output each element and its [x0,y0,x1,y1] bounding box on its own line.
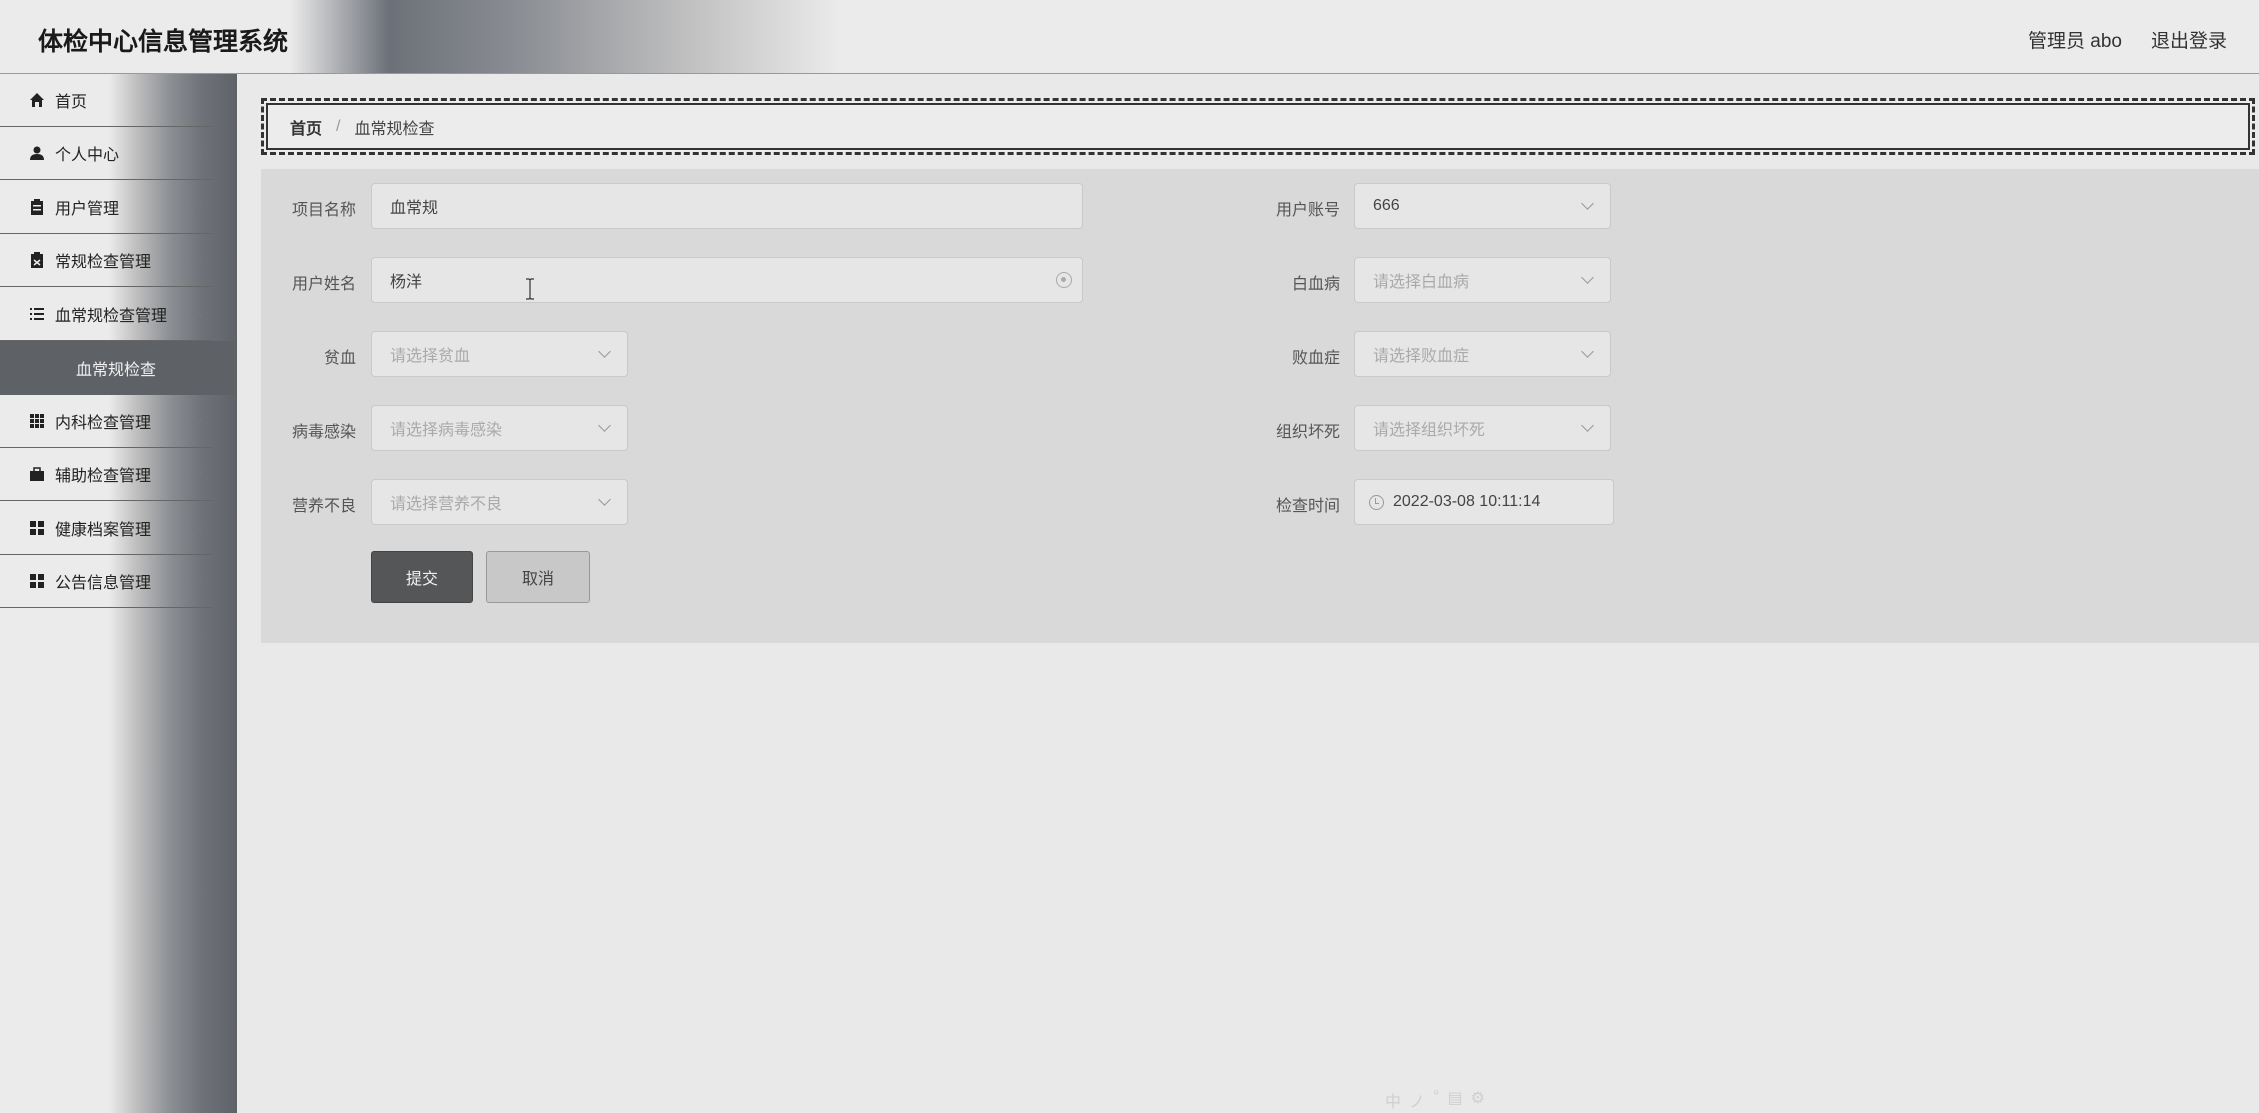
top-header: 体检中心信息管理系统 管理员 abo 退出登录 [0,0,2259,74]
clear-icon[interactable] [1056,272,1072,288]
briefcase-icon [29,466,45,482]
user-account-select[interactable]: 666 [1354,183,1611,229]
project-name-label: 项目名称 [291,202,356,219]
viral-infection-placeholder: 请选择病毒感染 [390,422,503,439]
sidebar-item-home[interactable]: 首页 [0,74,213,127]
breadcrumb-separator: / [336,117,341,135]
apps-icon [29,573,45,589]
chevron-down-icon [1581,271,1594,284]
sidebar-item-label: 血常规检查管理 [55,308,168,325]
sidebar-subitem-label: 血常规检查 [76,362,157,379]
anemia-select[interactable]: 请选择贫血 [371,331,628,377]
chevron-down-icon [190,573,203,586]
breadcrumb-current: 血常规检查 [354,120,435,138]
logout-link[interactable]: 退出登录 [2151,26,2227,53]
viral-infection-select[interactable]: 请选择病毒感染 [371,405,628,451]
ime-settings-icon[interactable]: ⚙ [1471,1088,1485,1112]
app-title: 体检中心信息管理系统 [38,28,289,56]
breadcrumb: 首页 / 血常规检查 [261,98,2255,155]
chevron-down-icon [1581,419,1594,432]
chevron-down-icon [190,520,203,533]
user-name-input[interactable]: 杨洋 [371,257,1083,303]
sidebar-item-user-management[interactable]: 用户管理 [0,181,213,234]
check-time-label: 检查时间 [1275,498,1340,515]
chevron-down-icon [190,466,203,479]
necrosis-select[interactable]: 请选择组织坏死 [1354,405,1611,451]
chevron-down-icon [190,252,203,265]
ime-mode-icon[interactable]: 中 [1385,1088,1401,1112]
necrosis-label: 组织坏死 [1275,424,1340,441]
sidebar-item-health-records[interactable]: 健康档案管理 [0,502,213,555]
breadcrumb-home-link[interactable]: 首页 [290,115,322,139]
sidebar-item-personal-center[interactable]: 个人中心 [0,127,213,180]
sepsis-label: 败血症 [1291,350,1340,367]
ime-punct-icon[interactable]: ° [1433,1088,1439,1112]
ime-moon-icon[interactable]: ノ [1409,1088,1425,1112]
sidebar: 首页 个人中心 用户管理 常规检查管理 血常规检查管理 血常规检查 内科检查管理… [0,74,237,1113]
cancel-button[interactable]: 取消 [486,551,590,603]
chevron-down-icon [1581,197,1594,210]
sidebar-item-auxiliary-check[interactable]: 辅助检查管理 [0,448,213,501]
sidebar-item-label: 个人中心 [55,147,120,164]
leukemia-placeholder: 请选择白血病 [1373,274,1470,291]
necrosis-placeholder: 请选择组织坏死 [1373,422,1486,439]
viral-infection-label: 病毒感染 [291,424,356,441]
chevron-down-icon [190,310,203,323]
sidebar-item-label: 辅助检查管理 [55,468,152,485]
user-name-label: 用户姓名 [291,276,356,293]
sepsis-select[interactable]: 请选择败血症 [1354,331,1611,377]
chevron-down-icon [190,199,203,212]
user-account-value: 666 [1373,197,1400,214]
ime-tray: 中 ノ ° ▤ ⚙ [1385,1088,1485,1112]
anemia-label: 贫血 [323,350,356,367]
ime-keyboard-icon[interactable]: ▤ [1447,1088,1462,1112]
user-name-value: 杨洋 [390,274,423,291]
chevron-down-icon [190,413,203,426]
anemia-placeholder: 请选择贫血 [390,348,471,365]
malnutrition-placeholder: 请选择营养不良 [390,496,503,513]
home-icon [29,92,45,108]
leukemia-label: 白血病 [1291,276,1340,293]
apps-icon [29,520,45,536]
sidebar-item-routine-check[interactable]: 常规检查管理 [0,234,213,287]
clipboard-icon [29,199,45,215]
chevron-down-icon [598,345,611,358]
check-time-picker[interactable]: 2022-03-08 10:11:14 [1354,479,1614,525]
user-icon [29,145,45,161]
sidebar-item-announcements[interactable]: 公告信息管理 [0,555,213,608]
chevron-down-icon [190,145,203,158]
sidebar-item-label: 健康档案管理 [55,522,152,539]
header-decoration [290,0,840,73]
project-name-value: 血常规 [390,200,439,217]
leukemia-select[interactable]: 请选择白血病 [1354,257,1611,303]
chevron-down-icon [1581,345,1594,358]
chevron-down-icon [598,419,611,432]
submit-button[interactable]: 提交 [371,551,473,603]
sidebar-subitem-blood-routine-check[interactable]: 血常规检查 [0,341,237,395]
current-user-label: 管理员 abo [2028,31,2122,52]
grid-icon [29,413,45,429]
clock-icon [1369,494,1384,510]
project-name-input[interactable]: 血常规 [371,183,1083,229]
sidebar-item-label: 内科检查管理 [55,415,152,432]
user-account-label: 用户账号 [1275,202,1340,219]
sidebar-item-blood-routine[interactable]: 血常规检查管理 [0,288,213,341]
check-time-value: 2022-03-08 10:11:14 [1393,493,1541,510]
text-cursor-icon [526,278,534,300]
sidebar-item-label: 首页 [55,94,88,111]
sidebar-item-label: 用户管理 [55,201,120,218]
sidebar-item-label: 公告信息管理 [55,575,152,592]
chevron-down-icon [598,493,611,506]
checklist-icon [29,252,45,268]
malnutrition-label: 营养不良 [291,498,356,515]
sidebar-item-label: 常规检查管理 [55,254,152,271]
malnutrition-select[interactable]: 请选择营养不良 [371,479,628,525]
sidebar-item-internal-medicine[interactable]: 内科检查管理 [0,395,213,448]
sepsis-placeholder: 请选择败血症 [1373,348,1470,365]
list-icon [29,306,45,322]
